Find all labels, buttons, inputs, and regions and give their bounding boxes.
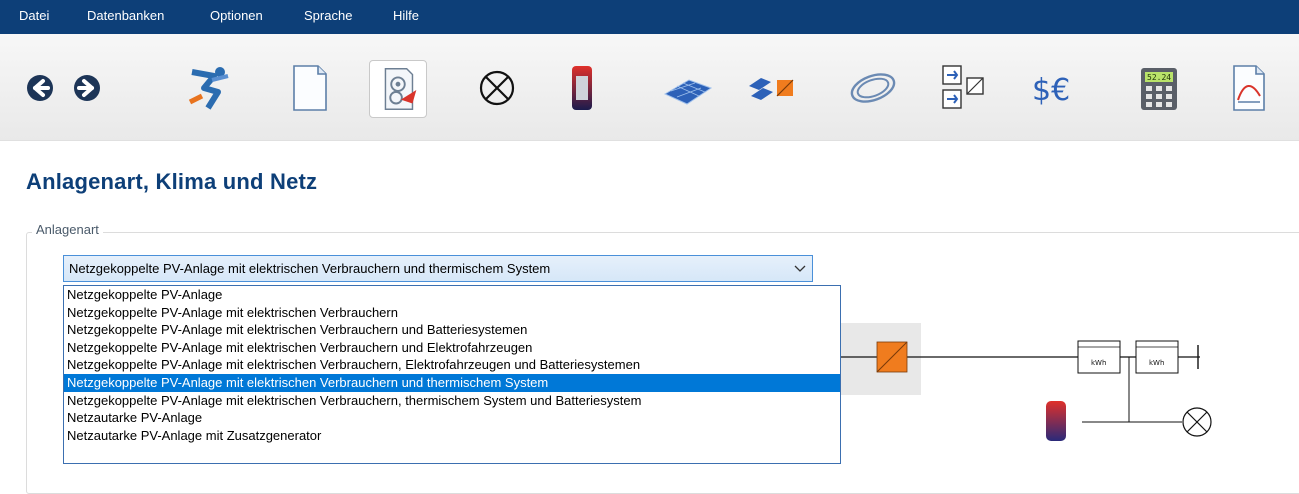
- dropdown-option[interactable]: Netzautarke PV-Anlage mit Zusatzgenerato…: [64, 427, 840, 445]
- energy-meter-1: kWh: [1077, 340, 1121, 374]
- anlagenart-selected-value: Netzgekoppelte PV-Anlage mit elektrische…: [69, 261, 551, 276]
- anlagenart-dropdown-list: Netzgekoppelte PV-Anlage Netzgekoppelte P…: [63, 285, 841, 464]
- chevron-down-icon[interactable]: [794, 264, 806, 274]
- project-runner-icon[interactable]: [184, 62, 236, 114]
- menu-datei[interactable]: Datei: [19, 0, 49, 34]
- inverter-icon[interactable]: [747, 62, 799, 114]
- load-lamp-icon: [1182, 407, 1212, 437]
- menu-hilfe[interactable]: Hilfe: [393, 0, 419, 34]
- cable-icon[interactable]: [847, 62, 899, 114]
- dropdown-option[interactable]: Netzgekoppelte PV-Anlage mit elektrische…: [64, 356, 840, 374]
- calculator-icon[interactable]: 52.24: [1133, 62, 1185, 114]
- anlagenart-select[interactable]: Netzgekoppelte PV-Anlage mit elektrische…: [63, 255, 813, 282]
- energy-meter-2: kWh: [1135, 340, 1179, 374]
- menu-optionen[interactable]: Optionen: [210, 0, 263, 34]
- anlagenart-legend: Anlagenart: [32, 222, 103, 237]
- system-type-icon[interactable]: [369, 60, 427, 118]
- meter-2-label: kWh: [1149, 359, 1164, 367]
- svg-text:52.24: 52.24: [1147, 73, 1171, 82]
- meter-1-label: kWh: [1091, 359, 1106, 367]
- menu-sprache[interactable]: Sprache: [304, 0, 352, 34]
- svg-text:$€: $€: [1032, 73, 1070, 108]
- consumer-lamp-icon[interactable]: [471, 62, 523, 114]
- dropdown-option[interactable]: Netzgekoppelte PV-Anlage mit elektrische…: [64, 392, 840, 410]
- forward-icon[interactable]: [66, 67, 108, 109]
- pv-module-icon[interactable]: [661, 62, 713, 114]
- document-icon[interactable]: [284, 62, 336, 114]
- dropdown-option[interactable]: Netzgekoppelte PV-Anlage: [64, 286, 840, 304]
- page-title: Anlagenart, Klima und Netz: [26, 169, 318, 194]
- toolbar: $€ 52.24: [0, 34, 1299, 141]
- dropdown-option[interactable]: Netzgekoppelte PV-Anlage mit elektrische…: [64, 304, 840, 322]
- currency-icon[interactable]: $€: [1030, 62, 1082, 114]
- menu-datenbanken[interactable]: Datenbanken: [87, 0, 164, 34]
- inverter-icon: [876, 341, 908, 373]
- chart-document-icon[interactable]: [1222, 62, 1274, 114]
- dropdown-option[interactable]: Netzgekoppelte PV-Anlage mit elektrische…: [64, 321, 840, 339]
- thermal-storage-icon: [1046, 401, 1066, 441]
- storage-tank-icon[interactable]: [556, 62, 608, 114]
- dropdown-option[interactable]: Netzgekoppelte PV-Anlage mit elektrische…: [64, 339, 840, 357]
- configuration-icon[interactable]: [937, 62, 989, 114]
- menu-bar: Datei Datenbanken Optionen Sprache Hilfe: [0, 0, 1299, 34]
- dropdown-option[interactable]: Netzgekoppelte PV-Anlage mit elektrische…: [64, 373, 840, 392]
- back-icon[interactable]: [19, 67, 61, 109]
- dropdown-option[interactable]: Netzautarke PV-Anlage: [64, 409, 840, 427]
